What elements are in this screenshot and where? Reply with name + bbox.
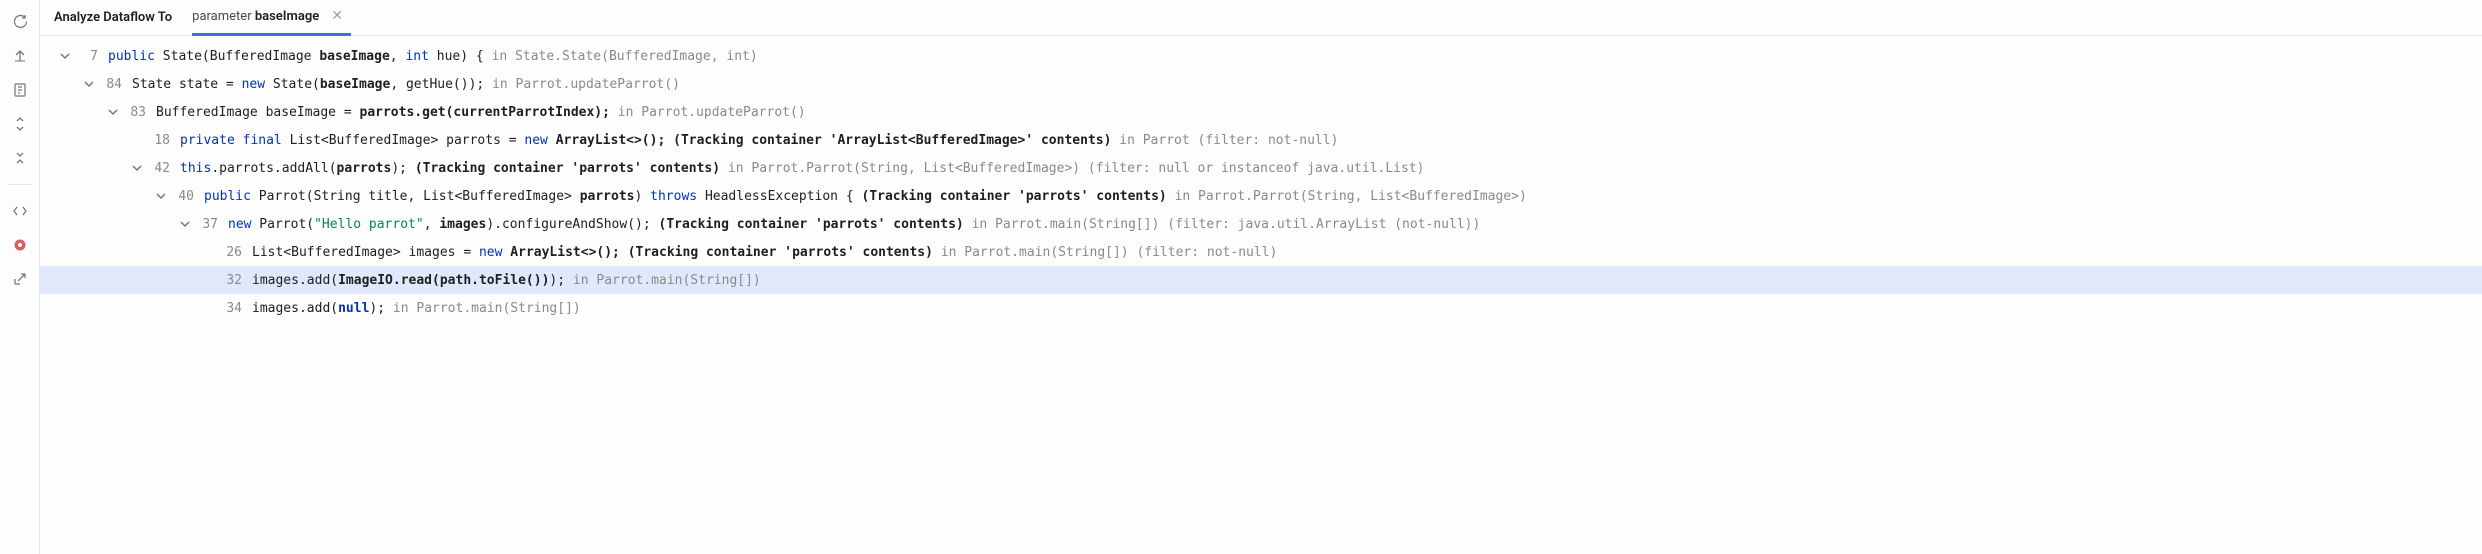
code-text: new Parrot("Hello parrot", images).confi…: [228, 217, 1480, 232]
tree-row[interactable]: 42 this.parrots.addAll(parrots); (Tracki…: [40, 154, 2482, 182]
code-text: private final List<BufferedImage> parrot…: [180, 133, 1338, 148]
tree-row[interactable]: 34 images.add(null); in Parrot.main(Stri…: [40, 294, 2482, 322]
chevron-down-icon[interactable]: [82, 77, 96, 91]
code-text: List<BufferedImage> images = new ArrayLi…: [252, 245, 1277, 260]
line-number: 83: [124, 105, 146, 120]
chevron-down-icon[interactable]: [178, 217, 192, 231]
tree-row[interactable]: 83 BufferedImage baseImage = parrots.get…: [40, 98, 2482, 126]
tool-sidebar: [0, 0, 40, 554]
close-icon[interactable]: ✕: [327, 8, 347, 24]
main-panel: Analyze Dataflow To parameter baseImage …: [40, 0, 2482, 554]
export-icon[interactable]: [10, 269, 30, 289]
breakpoint-icon[interactable]: [10, 235, 30, 255]
code-text: images.add(ImageIO.read(path.toFile()));…: [252, 273, 761, 288]
code-text: public Parrot(String title, List<Buffere…: [204, 189, 1527, 204]
tab-active[interactable]: parameter baseImage ✕: [192, 0, 351, 36]
line-number: 84: [100, 77, 122, 92]
code-text: public State(BufferedImage baseImage, in…: [108, 49, 758, 64]
tree-row[interactable]: 84 State state = new State(baseImage, ge…: [40, 70, 2482, 98]
code-text: State state = new State(baseImage, getHu…: [132, 77, 680, 92]
tree-row[interactable]: 40 public Parrot(String title, List<Buff…: [40, 182, 2482, 210]
tree-row[interactable]: 37 new Parrot("Hello parrot", images).co…: [40, 210, 2482, 238]
sidebar-divider: [8, 184, 32, 185]
chevron-down-icon[interactable]: [58, 49, 72, 63]
tab-label: parameter baseImage: [192, 9, 319, 24]
line-number: 32: [220, 273, 242, 288]
refresh-icon[interactable]: [10, 12, 30, 32]
chevron-down-icon[interactable]: [106, 105, 120, 119]
line-number: 34: [220, 301, 242, 316]
line-number: 37: [196, 217, 218, 232]
dataflow-tree: 7 public State(BufferedImage baseImage, …: [40, 36, 2482, 554]
code-text: this.parrots.addAll(parrots); (Tracking …: [180, 161, 1424, 176]
tree-row[interactable]: 32 images.add(ImageIO.read(path.toFile()…: [40, 266, 2482, 294]
tree-row[interactable]: 7 public State(BufferedImage baseImage, …: [40, 42, 2482, 70]
collapse-icon[interactable]: [10, 148, 30, 168]
line-number: 42: [148, 161, 170, 176]
line-number: 7: [76, 49, 98, 64]
tree-row[interactable]: 18 private final List<BufferedImage> par…: [40, 126, 2482, 154]
line-number: 18: [148, 133, 170, 148]
arrow-up-icon[interactable]: [10, 46, 30, 66]
book-icon[interactable]: [10, 80, 30, 100]
line-number: 40: [172, 189, 194, 204]
analysis-title: Analyze Dataflow To: [54, 10, 172, 25]
code-icon[interactable]: [10, 201, 30, 221]
tabs-bar: Analyze Dataflow To parameter baseImage …: [40, 0, 2482, 36]
chevron-down-icon[interactable]: [154, 189, 168, 203]
chevron-down-icon[interactable]: [130, 161, 144, 175]
line-number: 26: [220, 245, 242, 260]
expand-collapse-icon[interactable]: [10, 114, 30, 134]
code-text: BufferedImage baseImage = parrots.get(cu…: [156, 105, 806, 120]
code-text: images.add(null); in Parrot.main(String[…: [252, 301, 581, 316]
tree-row[interactable]: 26 List<BufferedImage> images = new Arra…: [40, 238, 2482, 266]
